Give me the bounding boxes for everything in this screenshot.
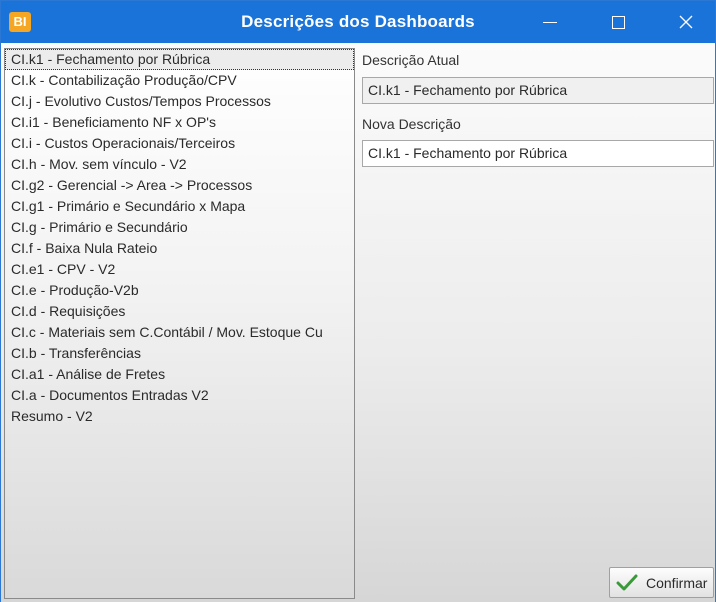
dashboard-list-item[interactable]: CI.i - Custos Operacionais/Terceiros	[5, 133, 354, 154]
dashboard-descriptions-dialog: BI Descrições dos Dashboards CI.k1 - Fec…	[0, 0, 716, 602]
dashboard-list-item[interactable]: CI.e - Produção-V2b	[5, 280, 354, 301]
dashboard-list-item[interactable]: CI.h - Mov. sem vínculo - V2	[5, 154, 354, 175]
dashboard-list-item[interactable]: CI.g1 - Primário e Secundário x Mapa	[5, 196, 354, 217]
new-description-input[interactable]: CI.k1 - Fechamento por Rúbrica	[362, 140, 714, 167]
dashboard-list-item[interactable]: CI.d - Requisições	[5, 301, 354, 322]
dashboard-list-item[interactable]: CI.c - Materiais sem C.Contábil / Mov. E…	[5, 322, 354, 343]
confirm-button[interactable]: Confirmar	[609, 567, 714, 598]
minimize-button[interactable]	[527, 1, 573, 43]
dashboard-list-item[interactable]: CI.k - Contabilização Produção/CPV	[5, 70, 354, 91]
dashboard-list-item[interactable]: CI.a1 - Análise de Fretes	[5, 364, 354, 385]
dashboard-list-item[interactable]: CI.j - Evolutivo Custos/Tempos Processos	[5, 91, 354, 112]
title-bar[interactable]: BI Descrições dos Dashboards	[1, 1, 715, 43]
dashboard-list-item[interactable]: CI.i1 - Beneficiamento NF x OP's	[5, 112, 354, 133]
dashboard-list-item[interactable]: CI.e1 - CPV - V2	[5, 259, 354, 280]
minimize-icon	[543, 21, 557, 23]
confirm-button-label: Confirmar	[646, 574, 708, 591]
close-button[interactable]	[663, 1, 709, 43]
close-icon	[679, 15, 693, 29]
dashboard-list-item[interactable]: CI.b - Transferências	[5, 343, 354, 364]
dashboard-list[interactable]: CI.k1 - Fechamento por Rúbrica CI.k - Con…	[4, 48, 355, 599]
dashboard-list-item[interactable]: CI.k1 - Fechamento por Rúbrica	[5, 49, 354, 70]
current-description-label: Descrição Atual	[362, 52, 460, 68]
maximize-icon	[611, 15, 625, 29]
current-description-field: CI.k1 - Fechamento por Rúbrica	[362, 77, 714, 104]
dashboard-list-item[interactable]: Resumo - V2	[5, 406, 354, 427]
maximize-button[interactable]	[595, 1, 641, 43]
dashboard-list-item[interactable]: CI.f - Baixa Nula Rateio	[5, 238, 354, 259]
dialog-body: CI.k1 - Fechamento por Rúbrica CI.k - Con…	[1, 43, 715, 602]
dashboard-list-item[interactable]: CI.a - Documentos Entradas V2	[5, 385, 354, 406]
dashboard-list-item[interactable]: CI.g - Primário e Secundário	[5, 217, 354, 238]
new-description-label: Nova Descrição	[362, 116, 461, 132]
dashboard-list-item[interactable]: CI.g2 - Gerencial -> Area -> Processos	[5, 175, 354, 196]
checkmark-icon	[616, 574, 638, 590]
